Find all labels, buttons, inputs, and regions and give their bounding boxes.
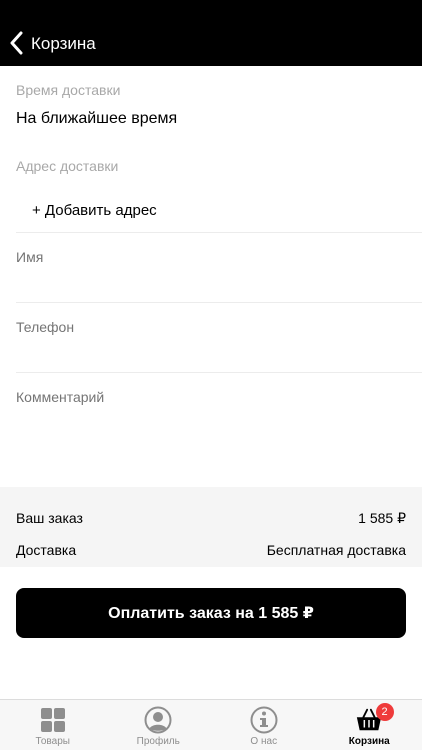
back-button[interactable] — [10, 28, 24, 58]
name-input[interactable] — [16, 246, 406, 268]
order-summary: Ваш заказ 1 585 ₽ Доставка Бесплатная до… — [0, 487, 422, 567]
delivery-time-value[interactable]: На ближайшее время — [16, 109, 177, 129]
tab-cart[interactable]: 2 Корзина — [317, 700, 422, 750]
profile-icon — [144, 706, 172, 734]
cart-count-badge: 2 — [375, 703, 394, 721]
tab-label: О нас — [250, 736, 278, 747]
delivery-value: Бесплатная доставка — [266, 542, 406, 558]
phone-input[interactable] — [16, 316, 406, 338]
tab-profile[interactable]: Профиль — [106, 700, 212, 750]
pay-order-button[interactable]: Оплатить заказ на 1 585 ₽ — [16, 588, 406, 638]
tab-about[interactable]: О нас — [211, 700, 317, 750]
tab-products[interactable]: Товары — [0, 700, 106, 750]
delivery-label: Доставка — [16, 542, 77, 558]
divider — [16, 232, 422, 233]
tab-label: Корзина — [348, 736, 390, 747]
info-icon — [250, 706, 278, 734]
top-bar: Корзина — [0, 0, 422, 66]
grid-icon — [39, 706, 67, 734]
order-total-value: 1 585 ₽ — [358, 510, 406, 526]
divider — [16, 372, 422, 373]
divider — [16, 302, 422, 303]
tab-label: Профиль — [136, 736, 180, 747]
chevron-left-icon — [10, 31, 23, 55]
delivery-time-label: Время доставки — [16, 82, 121, 98]
order-total-label: Ваш заказ — [16, 510, 83, 526]
tab-bar: Товары Профиль О нас 2 Корзина — [0, 699, 422, 750]
tab-label: Товары — [35, 736, 70, 747]
delivery-address-label: Адрес доставки — [16, 158, 119, 174]
add-address-button[interactable]: + Добавить адрес — [32, 201, 157, 221]
comment-input[interactable] — [16, 386, 406, 408]
page-title: Корзина — [31, 34, 96, 53]
